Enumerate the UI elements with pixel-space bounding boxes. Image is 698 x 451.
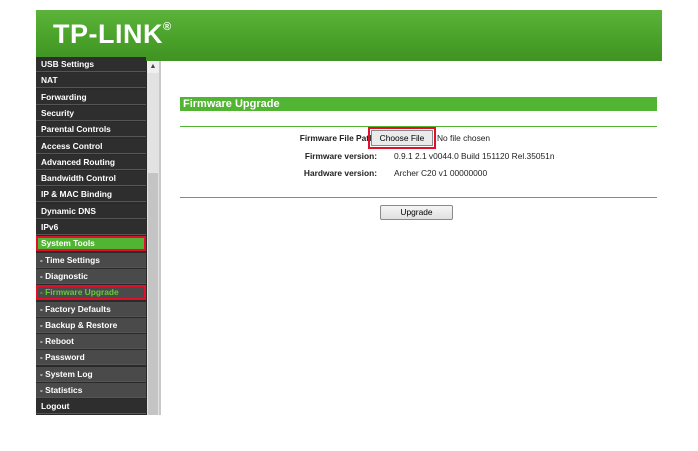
sidebar-item-access-control[interactable]: Access Control (36, 138, 146, 154)
sidebar-item-parental-controls[interactable]: Parental Controls (36, 122, 146, 138)
sidebar-item-time-settings[interactable]: - Time Settings (36, 252, 146, 268)
sidebar-item-firmware-upgrade[interactable]: - Firmware Upgrade (36, 285, 146, 301)
upgrade-button[interactable]: Upgrade (380, 205, 453, 220)
sidebar-item-system-tools[interactable]: System Tools (36, 236, 146, 252)
router-admin-window: TP-LINK® USB Settings NAT Forwarding Securi… (36, 10, 662, 415)
sidebar-item-bandwidth-control[interactable]: Bandwidth Control (36, 171, 146, 187)
sidebar-item-backup-restore[interactable]: - Backup & Restore (36, 317, 146, 333)
sidebar-item-ipv6[interactable]: IPv6 (36, 220, 146, 235)
scroll-up-arrow-icon[interactable]: ▲ (147, 61, 159, 73)
divider-bottom (180, 197, 657, 198)
main-content: Firmware Upgrade Firmware File Path: Cho… (161, 61, 662, 415)
sidebar-item-advanced-routing[interactable]: Advanced Routing (36, 154, 146, 170)
header-bar: TP-LINK® (36, 10, 662, 61)
sidebar-item-usb-settings[interactable]: USB Settings (36, 57, 146, 72)
sidebar-menu: USB Settings NAT Forwarding Security Parenta… (36, 57, 161, 415)
hardware-version-value: Archer C20 v1 00000000 (394, 168, 488, 178)
logo-text: TP-LINK (53, 19, 163, 49)
sidebar-item-password[interactable]: - Password (36, 350, 146, 366)
sidebar-item-factory-defaults[interactable]: - Factory Defaults (36, 301, 146, 317)
no-file-chosen-text: No file chosen (437, 133, 491, 143)
sidebar-item-ip-mac-binding[interactable]: IP & MAC Binding (36, 187, 146, 203)
sidebar-item-reboot[interactable]: - Reboot (36, 334, 146, 350)
sidebar-item-diagnostic[interactable]: - Diagnostic (36, 268, 146, 284)
firmware-version-label: Firmware version: (304, 151, 377, 161)
hardware-version-label: Hardware version: (303, 168, 377, 178)
divider-top (180, 126, 657, 127)
file-path-label: Firmware File Path: (299, 133, 377, 143)
sidebar-scrollbar[interactable]: ▲ (147, 61, 159, 415)
choose-file-button[interactable]: Choose File (368, 127, 436, 149)
sidebar-item-forwarding[interactable]: Forwarding (36, 89, 146, 105)
sidebar-item-nat[interactable]: NAT (36, 73, 146, 89)
scroll-thumb[interactable] (148, 173, 158, 415)
sidebar-item-logout[interactable]: Logout (36, 399, 146, 415)
firmware-version-value: 0.9.1 2.1 v0044.0 Build 151120 Rel.35051… (394, 151, 555, 161)
section-title: Firmware Upgrade (180, 97, 657, 111)
logo-mark: ® (162, 21, 172, 33)
sidebar-item-system-log[interactable]: - System Log (36, 366, 146, 382)
sidebar-item-security[interactable]: Security (36, 105, 146, 121)
sidebar-item-statistics[interactable]: - Statistics (36, 383, 146, 398)
tp-link-logo: TP-LINK® (53, 19, 172, 50)
sidebar-item-dynamic-dns[interactable]: Dynamic DNS (36, 203, 146, 219)
